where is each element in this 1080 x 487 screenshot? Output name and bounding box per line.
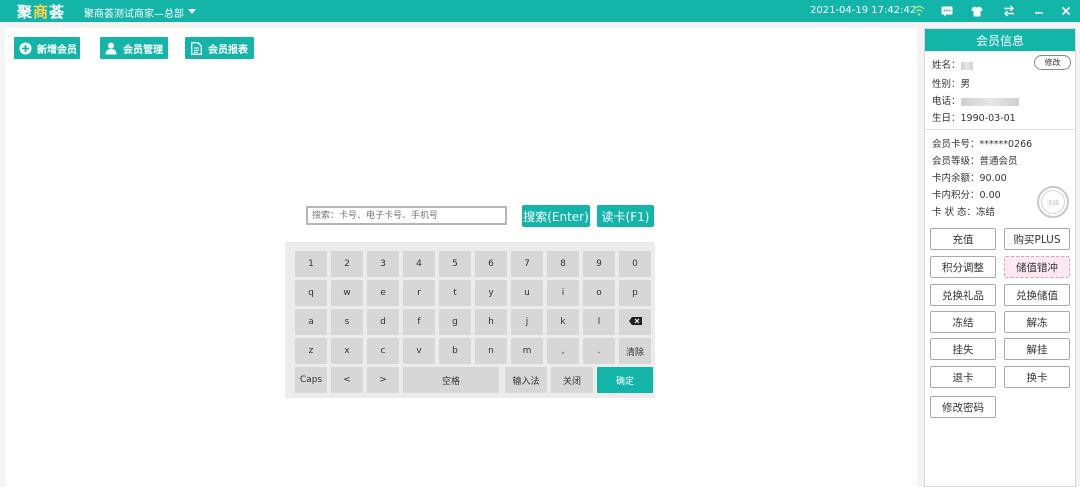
points-adjust-button[interactable]: 积分调整 — [930, 256, 996, 278]
report-loss-button[interactable]: 挂失 — [930, 338, 996, 360]
redeem-gift-button[interactable]: 兑换礼品 — [930, 284, 996, 306]
left-key[interactable]: < — [331, 367, 363, 393]
status-row: 卡 状 态：冻结 — [932, 207, 996, 218]
key-2-6[interactable]: j — [511, 309, 543, 335]
datetime-display: 2021-04-19 17:42:42 — [810, 5, 917, 16]
key-0-9[interactable]: 0 — [619, 251, 651, 277]
swap-icon[interactable] — [1001, 3, 1017, 19]
key-3-5[interactable]: n — [475, 338, 507, 364]
birthday-row: 生日：1990-03-01 — [932, 113, 1016, 124]
key-3-2[interactable]: c — [367, 338, 399, 364]
backspace-key[interactable] — [619, 309, 651, 335]
virtual-keyboard: 1 2 3 4 5 6 7 8 9 0 q w e r t y u i o p a s d f g h j k l z x c v b n m,. 清除… — [285, 242, 655, 398]
key-3-9[interactable]: 清除 — [619, 338, 651, 364]
key-2-3[interactable]: f — [403, 309, 435, 335]
message-icon[interactable] — [939, 3, 955, 19]
confirm-key[interactable]: 确定 — [597, 367, 653, 393]
key-1-0[interactable]: q — [295, 280, 327, 306]
key-3-6[interactable]: m — [511, 338, 543, 364]
edit-member-button[interactable]: 修改 — [1034, 55, 1071, 70]
key-0-0[interactable]: 1 — [295, 251, 327, 277]
key-2-2[interactable]: d — [367, 309, 399, 335]
add-member-button[interactable]: 新增会员 — [14, 37, 80, 59]
buy-plus-button[interactable]: 购买PLUS — [1004, 228, 1070, 250]
key-0-8[interactable]: 9 — [583, 251, 615, 277]
ime-key[interactable]: 输入法 — [505, 367, 547, 393]
key-2-4[interactable]: g — [439, 309, 471, 335]
panel-title: 会员信息 — [925, 29, 1075, 51]
user-icon — [104, 41, 118, 55]
recharge-button[interactable]: 充值 — [930, 228, 996, 250]
key-2-8[interactable]: l — [583, 309, 615, 335]
key-0-5[interactable]: 6 — [475, 251, 507, 277]
change-password-button[interactable]: 修改密码 — [930, 396, 996, 418]
search-button[interactable]: 搜索(Enter) — [522, 205, 590, 227]
plus-circle-icon — [18, 41, 32, 55]
redeem-stored-button[interactable]: 兑换储值 — [1004, 284, 1070, 306]
key-2-5[interactable]: h — [475, 309, 507, 335]
divider — [925, 129, 1075, 130]
minimize-icon[interactable] — [1031, 3, 1047, 19]
level-row: 会员等级：普通会员 — [932, 156, 1018, 167]
app-logo: 聚商荟 — [17, 3, 66, 21]
key-1-6[interactable]: u — [511, 280, 543, 306]
key-2-7[interactable]: k — [547, 309, 579, 335]
key-0-4[interactable]: 5 — [439, 251, 471, 277]
phone-row: 电话： — [932, 93, 1019, 107]
key-3-7[interactable]: , — [547, 338, 579, 364]
card-no-row: 会员卡号：******0266 — [932, 139, 1033, 150]
key-1-3[interactable]: r — [403, 280, 435, 306]
caps-key[interactable]: Caps — [295, 367, 327, 393]
chevron-down-icon[interactable] — [188, 9, 196, 14]
main-panel: 新增会员 会员管理 会员报表 搜索(Enter) 读卡(F1) 12345678… — [5, 28, 917, 487]
balance-row: 卡内余额：90.00 — [932, 173, 1007, 184]
key-1-4[interactable]: t — [439, 280, 471, 306]
key-0-1[interactable]: 2 — [331, 251, 363, 277]
key-0-2[interactable]: 3 — [367, 251, 399, 277]
right-key[interactable]: > — [367, 367, 399, 393]
store-selector[interactable]: 聚商荟测试商家—总部 — [84, 5, 184, 20]
member-report-button[interactable]: 会员报表 — [185, 37, 254, 59]
document-icon — [189, 41, 203, 55]
key-2-0[interactable]: a — [295, 309, 327, 335]
key-3-0[interactable]: z — [295, 338, 327, 364]
reverse-stored-button[interactable]: 储值错冲 — [1004, 256, 1070, 278]
return-card-button[interactable]: 退卡 — [930, 366, 996, 388]
gender-row: 性别：男 — [932, 79, 971, 90]
key-0-7[interactable]: 8 — [547, 251, 579, 277]
shirt-icon[interactable] — [969, 3, 985, 19]
member-manage-button[interactable]: 会员管理 — [100, 37, 168, 59]
key-3-8[interactable]: . — [583, 338, 615, 364]
name-value-blurred — [960, 61, 973, 70]
freeze-button[interactable]: 冻结 — [930, 311, 996, 333]
points-row: 卡内积分：0.00 — [932, 190, 1001, 201]
key-2-1[interactable]: s — [331, 309, 363, 335]
key-1-7[interactable]: i — [547, 280, 579, 306]
phone-value-blurred — [960, 97, 1019, 106]
key-1-1[interactable]: w — [331, 280, 363, 306]
close-icon[interactable] — [1058, 3, 1074, 19]
title-bar: 聚商荟 聚商荟测试商家—总部 2021-04-19 17:42:42 — [0, 0, 1080, 22]
member-info-panel: 会员信息 姓名： 修改 性别：男 电话： 生日：1990-03-01 会员卡号：… — [924, 28, 1076, 487]
replace-card-button[interactable]: 换卡 — [1004, 366, 1070, 388]
wifi-icon — [911, 3, 927, 19]
unfreeze-button[interactable]: 解冻 — [1004, 311, 1070, 333]
key-0-3[interactable]: 4 — [403, 251, 435, 277]
key-3-3[interactable]: v — [403, 338, 435, 364]
space-key[interactable]: 空格 — [403, 367, 499, 393]
key-1-2[interactable]: e — [367, 280, 399, 306]
frozen-stamp: 冻结 — [1037, 186, 1069, 218]
close-keyboard-key[interactable]: 关闭 — [551, 367, 593, 393]
backspace-icon — [628, 316, 642, 328]
key-3-1[interactable]: x — [331, 338, 363, 364]
key-1-8[interactable]: o — [583, 280, 615, 306]
cancel-loss-button[interactable]: 解挂 — [1004, 338, 1070, 360]
key-1-5[interactable]: y — [475, 280, 507, 306]
key-3-4[interactable]: b — [439, 338, 471, 364]
name-row: 姓名： — [932, 57, 973, 71]
key-0-6[interactable]: 7 — [511, 251, 543, 277]
key-1-9[interactable]: p — [619, 280, 651, 306]
read-card-button[interactable]: 读卡(F1) — [597, 205, 654, 227]
search-input[interactable] — [306, 206, 507, 225]
